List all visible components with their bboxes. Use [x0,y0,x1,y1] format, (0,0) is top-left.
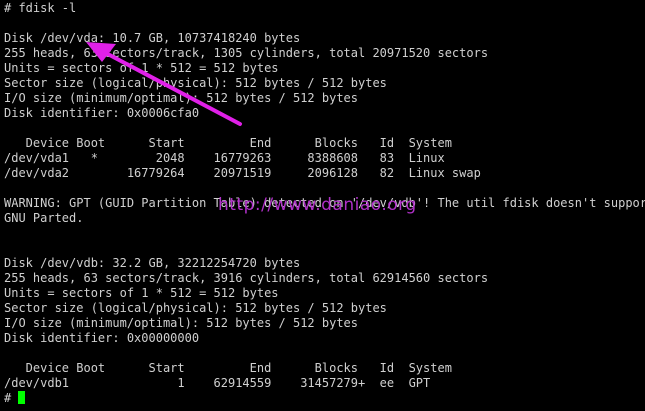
terminal-line: Disk /dev/vda: 10.7 GB, 10737418240 byte… [4,31,301,45]
terminal-line: Disk /dev/vdb: 32.2 GB, 32212254720 byte… [4,256,301,270]
terminal-line: /dev/vda2 16779264 20971519 2096128 82 L… [4,166,481,180]
terminal-line: GNU Parted. [4,211,84,225]
terminal-line: Sector size (logical/physical): 512 byte… [4,76,387,90]
terminal-line: Units = sectors of 1 * 512 = 512 bytes [4,61,279,75]
text-cursor [18,391,26,404]
shell-prompt: # [4,391,19,405]
terminal-line: 255 heads, 63 sectors/track, 3916 cylind… [4,271,489,285]
prompt-line[interactable]: # [4,391,645,406]
terminal-line: Units = sectors of 1 * 512 = 512 bytes [4,286,279,300]
terminal-output: # fdisk -l Disk /dev/vda: 10.7 GB, 107374… [4,1,645,406]
terminal-line: Device Boot Start End Blocks Id System [4,361,452,375]
terminal-line: I/O size (minimum/optimal): 512 bytes / … [4,316,359,330]
terminal-line: WARNING: GPT (GUID Partition Table) dete… [4,196,645,210]
terminal-line: Device Boot Start End Blocks Id System [4,136,452,150]
terminal-line: Sector size (logical/physical): 512 byte… [4,301,387,315]
terminal-line: I/O size (minimum/optimal): 512 bytes / … [4,91,359,105]
terminal-line: /dev/vda1 * 2048 16779263 8388608 83 Lin… [4,151,445,165]
terminal-line: # fdisk -l [4,1,77,15]
terminal-line: Disk identifier: 0x0006cfa0 [4,106,200,120]
terminal-line: /dev/vdb1 1 62914559 31457279+ ee GPT [4,376,431,390]
terminal-window[interactable]: # fdisk -l Disk /dev/vda: 10.7 GB, 107374… [0,0,645,411]
terminal-line: 255 heads, 63 sectors/track, 1305 cylind… [4,46,489,60]
terminal-line: Disk identifier: 0x00000000 [4,331,200,345]
